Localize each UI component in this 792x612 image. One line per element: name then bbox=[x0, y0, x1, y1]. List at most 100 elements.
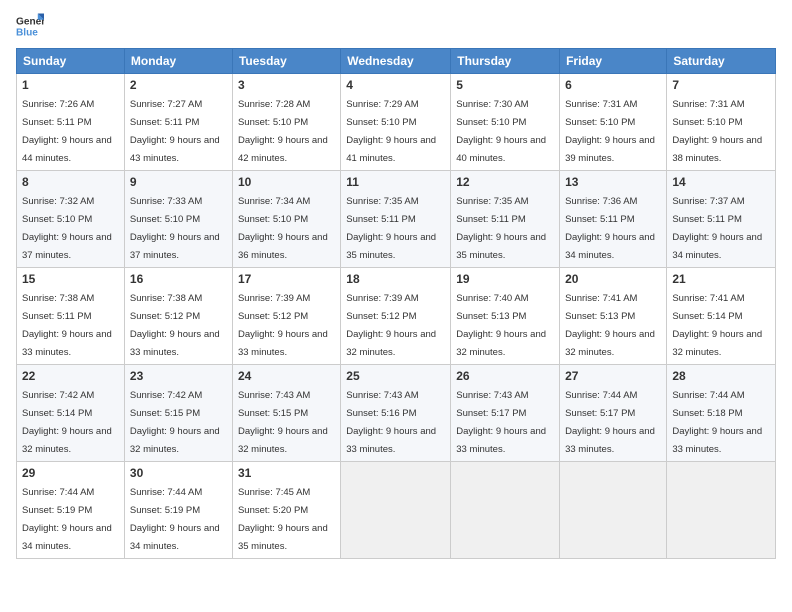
calendar-table: SundayMondayTuesdayWednesdayThursdayFrid… bbox=[16, 48, 776, 559]
day-info: Sunrise: 7:44 AMSunset: 5:17 PMDaylight:… bbox=[565, 390, 655, 455]
weekday-header-tuesday: Tuesday bbox=[232, 49, 340, 74]
weekday-header-saturday: Saturday bbox=[667, 49, 776, 74]
logo-icon: General Blue bbox=[16, 12, 44, 40]
day-info: Sunrise: 7:42 AMSunset: 5:15 PMDaylight:… bbox=[130, 390, 220, 455]
day-number: 16 bbox=[130, 272, 227, 286]
calendar-week-row: 29 Sunrise: 7:44 AMSunset: 5:19 PMDaylig… bbox=[17, 462, 776, 559]
day-number: 1 bbox=[22, 78, 119, 92]
weekday-header-thursday: Thursday bbox=[451, 49, 560, 74]
calendar-cell: 23 Sunrise: 7:42 AMSunset: 5:15 PMDaylig… bbox=[124, 365, 232, 462]
day-info: Sunrise: 7:29 AMSunset: 5:10 PMDaylight:… bbox=[346, 99, 436, 164]
day-info: Sunrise: 7:34 AMSunset: 5:10 PMDaylight:… bbox=[238, 196, 328, 261]
weekday-header-sunday: Sunday bbox=[17, 49, 125, 74]
calendar-cell bbox=[341, 462, 451, 559]
day-number: 4 bbox=[346, 78, 445, 92]
calendar-cell: 15 Sunrise: 7:38 AMSunset: 5:11 PMDaylig… bbox=[17, 268, 125, 365]
day-number: 5 bbox=[456, 78, 554, 92]
calendar-cell bbox=[451, 462, 560, 559]
calendar-cell: 6 Sunrise: 7:31 AMSunset: 5:10 PMDayligh… bbox=[560, 74, 667, 171]
day-info: Sunrise: 7:33 AMSunset: 5:10 PMDaylight:… bbox=[130, 196, 220, 261]
day-info: Sunrise: 7:43 AMSunset: 5:17 PMDaylight:… bbox=[456, 390, 546, 455]
weekday-header-row: SundayMondayTuesdayWednesdayThursdayFrid… bbox=[17, 49, 776, 74]
day-info: Sunrise: 7:37 AMSunset: 5:11 PMDaylight:… bbox=[672, 196, 762, 261]
calendar-week-row: 1 Sunrise: 7:26 AMSunset: 5:11 PMDayligh… bbox=[17, 74, 776, 171]
calendar-cell: 21 Sunrise: 7:41 AMSunset: 5:14 PMDaylig… bbox=[667, 268, 776, 365]
day-info: Sunrise: 7:38 AMSunset: 5:12 PMDaylight:… bbox=[130, 293, 220, 358]
svg-text:Blue: Blue bbox=[16, 27, 38, 38]
main-container: General Blue SundayMondayTuesdayWednesda… bbox=[0, 0, 792, 612]
calendar-cell: 26 Sunrise: 7:43 AMSunset: 5:17 PMDaylig… bbox=[451, 365, 560, 462]
calendar-cell: 30 Sunrise: 7:44 AMSunset: 5:19 PMDaylig… bbox=[124, 462, 232, 559]
day-number: 20 bbox=[565, 272, 661, 286]
calendar-cell: 22 Sunrise: 7:42 AMSunset: 5:14 PMDaylig… bbox=[17, 365, 125, 462]
day-number: 28 bbox=[672, 369, 770, 383]
calendar-cell: 13 Sunrise: 7:36 AMSunset: 5:11 PMDaylig… bbox=[560, 171, 667, 268]
day-number: 12 bbox=[456, 175, 554, 189]
day-number: 18 bbox=[346, 272, 445, 286]
calendar-cell: 27 Sunrise: 7:44 AMSunset: 5:17 PMDaylig… bbox=[560, 365, 667, 462]
calendar-cell: 9 Sunrise: 7:33 AMSunset: 5:10 PMDayligh… bbox=[124, 171, 232, 268]
day-number: 31 bbox=[238, 466, 335, 480]
day-info: Sunrise: 7:31 AMSunset: 5:10 PMDaylight:… bbox=[672, 99, 762, 164]
calendar-cell: 5 Sunrise: 7:30 AMSunset: 5:10 PMDayligh… bbox=[451, 74, 560, 171]
day-number: 23 bbox=[130, 369, 227, 383]
day-number: 24 bbox=[238, 369, 335, 383]
day-info: Sunrise: 7:42 AMSunset: 5:14 PMDaylight:… bbox=[22, 390, 112, 455]
calendar-cell: 14 Sunrise: 7:37 AMSunset: 5:11 PMDaylig… bbox=[667, 171, 776, 268]
day-info: Sunrise: 7:44 AMSunset: 5:18 PMDaylight:… bbox=[672, 390, 762, 455]
day-info: Sunrise: 7:39 AMSunset: 5:12 PMDaylight:… bbox=[346, 293, 436, 358]
day-number: 29 bbox=[22, 466, 119, 480]
day-info: Sunrise: 7:43 AMSunset: 5:16 PMDaylight:… bbox=[346, 390, 436, 455]
day-number: 10 bbox=[238, 175, 335, 189]
day-info: Sunrise: 7:35 AMSunset: 5:11 PMDaylight:… bbox=[456, 196, 546, 261]
day-info: Sunrise: 7:30 AMSunset: 5:10 PMDaylight:… bbox=[456, 99, 546, 164]
logo: General Blue bbox=[16, 12, 44, 40]
day-info: Sunrise: 7:41 AMSunset: 5:13 PMDaylight:… bbox=[565, 293, 655, 358]
day-number: 9 bbox=[130, 175, 227, 189]
calendar-cell: 12 Sunrise: 7:35 AMSunset: 5:11 PMDaylig… bbox=[451, 171, 560, 268]
day-number: 21 bbox=[672, 272, 770, 286]
day-number: 19 bbox=[456, 272, 554, 286]
day-info: Sunrise: 7:38 AMSunset: 5:11 PMDaylight:… bbox=[22, 293, 112, 358]
day-info: Sunrise: 7:45 AMSunset: 5:20 PMDaylight:… bbox=[238, 487, 328, 552]
day-number: 13 bbox=[565, 175, 661, 189]
day-number: 7 bbox=[672, 78, 770, 92]
day-info: Sunrise: 7:26 AMSunset: 5:11 PMDaylight:… bbox=[22, 99, 112, 164]
calendar-cell: 16 Sunrise: 7:38 AMSunset: 5:12 PMDaylig… bbox=[124, 268, 232, 365]
calendar-cell: 25 Sunrise: 7:43 AMSunset: 5:16 PMDaylig… bbox=[341, 365, 451, 462]
weekday-header-monday: Monday bbox=[124, 49, 232, 74]
day-number: 2 bbox=[130, 78, 227, 92]
day-number: 8 bbox=[22, 175, 119, 189]
weekday-header-friday: Friday bbox=[560, 49, 667, 74]
calendar-cell: 17 Sunrise: 7:39 AMSunset: 5:12 PMDaylig… bbox=[232, 268, 340, 365]
day-info: Sunrise: 7:35 AMSunset: 5:11 PMDaylight:… bbox=[346, 196, 436, 261]
calendar-cell: 20 Sunrise: 7:41 AMSunset: 5:13 PMDaylig… bbox=[560, 268, 667, 365]
calendar-cell: 8 Sunrise: 7:32 AMSunset: 5:10 PMDayligh… bbox=[17, 171, 125, 268]
calendar-cell: 3 Sunrise: 7:28 AMSunset: 5:10 PMDayligh… bbox=[232, 74, 340, 171]
day-number: 30 bbox=[130, 466, 227, 480]
calendar-cell: 24 Sunrise: 7:43 AMSunset: 5:15 PMDaylig… bbox=[232, 365, 340, 462]
calendar-cell: 31 Sunrise: 7:45 AMSunset: 5:20 PMDaylig… bbox=[232, 462, 340, 559]
day-info: Sunrise: 7:41 AMSunset: 5:14 PMDaylight:… bbox=[672, 293, 762, 358]
day-number: 17 bbox=[238, 272, 335, 286]
day-info: Sunrise: 7:31 AMSunset: 5:10 PMDaylight:… bbox=[565, 99, 655, 164]
day-info: Sunrise: 7:36 AMSunset: 5:11 PMDaylight:… bbox=[565, 196, 655, 261]
day-number: 27 bbox=[565, 369, 661, 383]
calendar-cell: 18 Sunrise: 7:39 AMSunset: 5:12 PMDaylig… bbox=[341, 268, 451, 365]
calendar-cell: 1 Sunrise: 7:26 AMSunset: 5:11 PMDayligh… bbox=[17, 74, 125, 171]
day-number: 3 bbox=[238, 78, 335, 92]
calendar-week-row: 15 Sunrise: 7:38 AMSunset: 5:11 PMDaylig… bbox=[17, 268, 776, 365]
calendar-cell: 4 Sunrise: 7:29 AMSunset: 5:10 PMDayligh… bbox=[341, 74, 451, 171]
header: General Blue bbox=[16, 12, 776, 40]
day-number: 14 bbox=[672, 175, 770, 189]
day-info: Sunrise: 7:44 AMSunset: 5:19 PMDaylight:… bbox=[22, 487, 112, 552]
day-number: 26 bbox=[456, 369, 554, 383]
day-number: 11 bbox=[346, 175, 445, 189]
day-number: 15 bbox=[22, 272, 119, 286]
calendar-cell: 19 Sunrise: 7:40 AMSunset: 5:13 PMDaylig… bbox=[451, 268, 560, 365]
calendar-cell: 10 Sunrise: 7:34 AMSunset: 5:10 PMDaylig… bbox=[232, 171, 340, 268]
calendar-week-row: 22 Sunrise: 7:42 AMSunset: 5:14 PMDaylig… bbox=[17, 365, 776, 462]
calendar-cell bbox=[560, 462, 667, 559]
calendar-cell bbox=[667, 462, 776, 559]
weekday-header-wednesday: Wednesday bbox=[341, 49, 451, 74]
